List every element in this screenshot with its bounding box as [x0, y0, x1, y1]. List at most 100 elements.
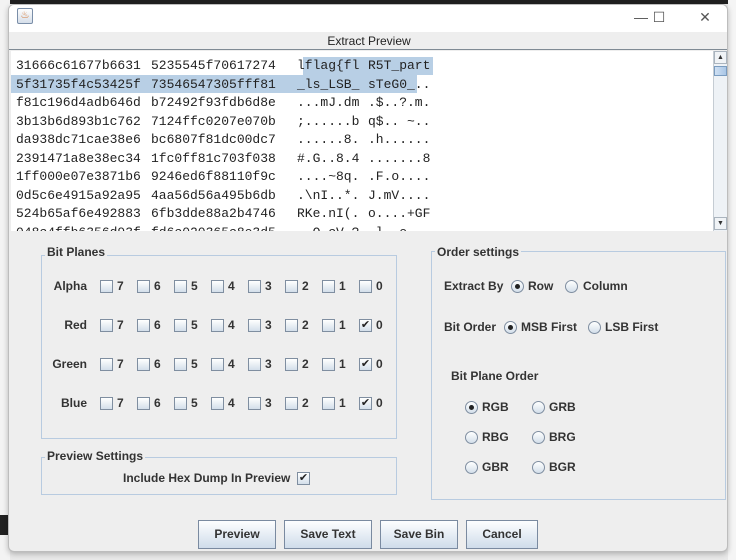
bit-plane-order-brg-radio[interactable]: [532, 431, 545, 444]
ascii-value: .$..?.m.: [368, 95, 431, 110]
hex-value: 0d5c6e4915a92a95: [16, 187, 141, 203]
bit-plane-order-grb-radio[interactable]: [532, 401, 545, 414]
bit-plane-order-bgr-radio[interactable]: [532, 461, 545, 474]
hex-value: 048c4ffb6356d93f: [16, 224, 141, 232]
lsb-first-radio[interactable]: [588, 321, 601, 334]
bit-label: 3: [265, 318, 272, 332]
bit-plane-order-label: Bit Plane Order: [451, 369, 539, 383]
lsb-first-label: LSB First: [605, 320, 659, 334]
bit-label: 3: [265, 357, 272, 371]
preview-button[interactable]: Preview: [198, 520, 276, 549]
bit-label: 6: [154, 396, 161, 410]
blue-bit-7-checkbox[interactable]: [100, 397, 113, 410]
alpha-bit-0-checkbox[interactable]: [359, 280, 372, 293]
scroll-down-icon[interactable]: ▼: [714, 217, 727, 230]
bit-plane-order-rgb-radio[interactable]: [465, 401, 478, 414]
extract-by-row-label: Row: [528, 279, 554, 293]
blue-bit-2-checkbox[interactable]: [285, 397, 298, 410]
alpha-bit-5-checkbox[interactable]: [174, 280, 187, 293]
msb-first-radio[interactable]: [504, 321, 517, 334]
check-icon: ✔: [360, 358, 371, 370]
red-bit-4-checkbox[interactable]: [211, 319, 224, 332]
blue-bit-5-checkbox[interactable]: [174, 397, 187, 410]
green-bit-5-checkbox[interactable]: [174, 358, 187, 371]
red-bit-6-checkbox[interactable]: [137, 319, 150, 332]
extract-by-column-radio[interactable]: [565, 280, 578, 293]
hex-value: 31666c61677b6631: [16, 58, 141, 73]
red-bit-3-checkbox[interactable]: [248, 319, 261, 332]
hex-value: 6fb3dde88a2b4746: [151, 206, 276, 221]
blue-bit-3-checkbox[interactable]: [248, 397, 261, 410]
save-text-button[interactable]: Save Text: [284, 520, 372, 549]
order-settings-title: Order settings: [435, 245, 522, 259]
bit-plane-order-gbr-radio[interactable]: [465, 461, 478, 474]
check-icon: ✔: [298, 472, 309, 484]
hex-value: 73546547305fff81: [151, 76, 276, 92]
hex-value: 5f31735f4c53425f: [16, 76, 141, 92]
close-icon[interactable]: ✕: [685, 7, 725, 27]
bit-plane-order-label: BRG: [549, 430, 576, 444]
bit-label: 7: [117, 279, 124, 293]
bit-label: 7: [117, 396, 124, 410]
hex-dump-checkbox[interactable]: ✔: [297, 472, 310, 485]
alpha-bit-7-checkbox[interactable]: [100, 280, 113, 293]
bit-label: 5: [191, 396, 198, 410]
hex-value: 524b65af6e492883: [16, 206, 141, 221]
green-bit-7-checkbox[interactable]: [100, 358, 113, 371]
blue-bit-4-checkbox[interactable]: [211, 397, 224, 410]
extract-by-label: Extract By: [444, 279, 504, 293]
bit-plane-order-rbg-radio[interactable]: [465, 431, 478, 444]
alpha-bit-6-checkbox[interactable]: [137, 280, 150, 293]
ascii-value: lflag{fl: [297, 58, 360, 73]
bit-label: 3: [265, 396, 272, 410]
bit-label: 0: [376, 357, 383, 371]
red-bit-2-checkbox[interactable]: [285, 319, 298, 332]
alpha-bit-2-checkbox[interactable]: [285, 280, 298, 293]
hex-value: 9246ed6f88110f9c: [151, 169, 276, 184]
bit-label: 0: [376, 396, 383, 410]
green-bit-2-checkbox[interactable]: [285, 358, 298, 371]
bit-plane-order-label: RGB: [482, 400, 509, 414]
green-bit-6-checkbox[interactable]: [137, 358, 150, 371]
red-bit-1-checkbox[interactable]: [322, 319, 335, 332]
green-bit-3-checkbox[interactable]: [248, 358, 261, 371]
green-bit-1-checkbox[interactable]: [322, 358, 335, 371]
alpha-bit-3-checkbox[interactable]: [248, 280, 261, 293]
cancel-button[interactable]: Cancel: [466, 520, 538, 549]
hex-value: bc6807f81dc00dc7: [151, 132, 276, 147]
red-bit-0-checkbox[interactable]: ✔: [359, 319, 372, 332]
alpha-bit-1-checkbox[interactable]: [322, 280, 335, 293]
vertical-scrollbar[interactable]: ▲ ▼: [713, 51, 727, 231]
green-bit-0-checkbox[interactable]: ✔: [359, 358, 372, 371]
ascii-value: ...mJ.dm: [297, 95, 360, 110]
check-icon: ✔: [360, 319, 371, 331]
bit-label: 0: [376, 318, 383, 332]
bit-label: 2: [302, 279, 309, 293]
preview-text-area[interactable]: 31666c61677b6631 5235545f70617274 lflag{fl…: [11, 51, 713, 231]
hex-value: da938dc71cae38e6: [16, 132, 141, 147]
ascii-value: _ls_LSB_: [297, 76, 360, 92]
save-bin-button[interactable]: Save Bin: [380, 520, 458, 549]
hex-value: f81c196d4adb646d: [16, 95, 141, 110]
java-icon: ♨: [17, 8, 33, 24]
extract-by-column-label: Column: [583, 279, 628, 293]
hex-value: 1fc0ff81c703f038: [151, 150, 276, 166]
scroll-up-icon[interactable]: ▲: [714, 51, 727, 64]
bit-label: 6: [154, 279, 161, 293]
scrollbar-thumb[interactable]: [714, 66, 727, 76]
bit-label: 5: [191, 318, 198, 332]
blue-bit-1-checkbox[interactable]: [322, 397, 335, 410]
alpha-bit-4-checkbox[interactable]: [211, 280, 224, 293]
bit-label: 0: [376, 279, 383, 293]
extract-by-row-radio[interactable]: [511, 280, 524, 293]
bit-order-label: Bit Order: [444, 320, 497, 334]
ascii-value: .......8: [368, 150, 431, 166]
red-bit-7-checkbox[interactable]: [100, 319, 113, 332]
blue-bit-6-checkbox[interactable]: [137, 397, 150, 410]
maximize-icon[interactable]: ☐: [639, 7, 679, 27]
msb-first-label: MSB First: [521, 320, 578, 334]
green-bit-4-checkbox[interactable]: [211, 358, 224, 371]
red-bit-5-checkbox[interactable]: [174, 319, 187, 332]
ascii-value: q$.. ~..: [368, 113, 431, 129]
blue-bit-0-checkbox[interactable]: ✔: [359, 397, 372, 410]
